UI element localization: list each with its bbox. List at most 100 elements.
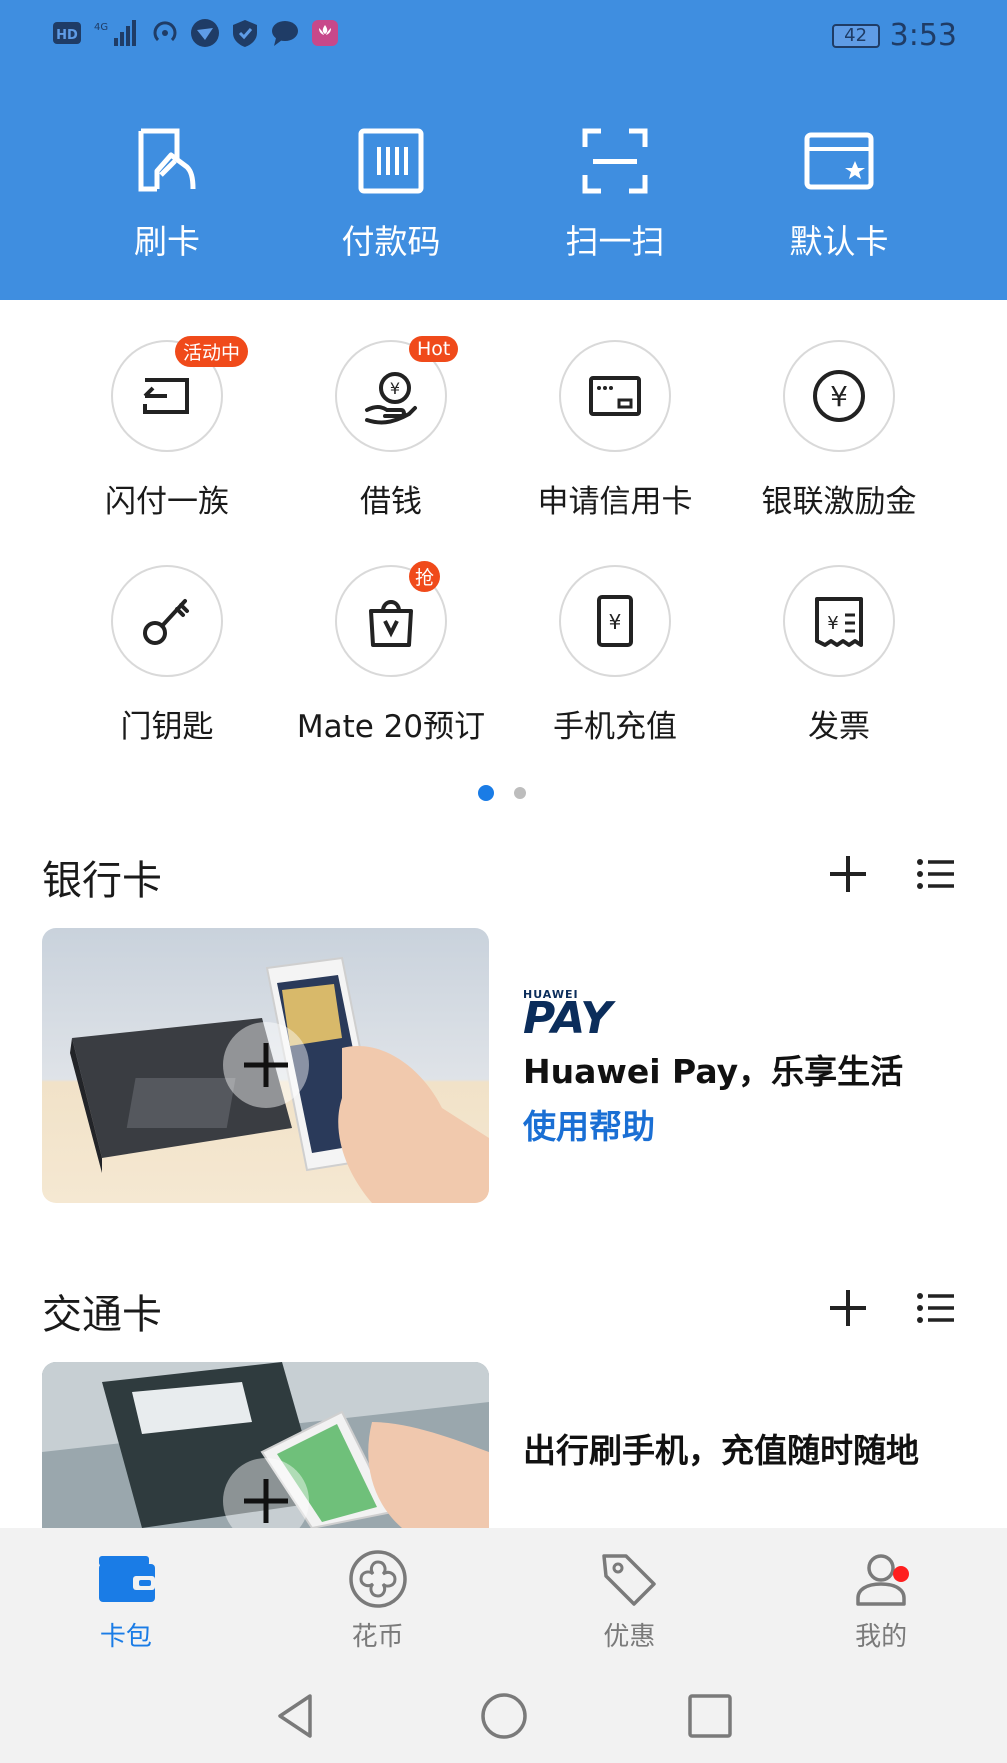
quickpass-icon bbox=[143, 378, 189, 414]
service-label: 门钥匙 bbox=[120, 709, 214, 745]
default-card-icon bbox=[804, 132, 874, 190]
tab-wallet[interactable]: 卡包 bbox=[0, 1548, 252, 1653]
header: HD 4G 42 3:53 刷卡 付款码 扫一扫 默认卡 bbox=[0, 0, 1007, 300]
service-label: Mate 20预订 bbox=[296, 709, 486, 745]
svg-text:¥: ¥ bbox=[827, 613, 838, 634]
page-indicator bbox=[478, 785, 526, 801]
service-row: 门钥匙 抢 Mate 20预订 ¥ 手机充值 ¥ 发票 bbox=[55, 561, 955, 790]
service-label: 银联激励金 bbox=[761, 484, 917, 520]
bank-card-title: 银行卡 bbox=[42, 858, 162, 904]
svg-text:¥: ¥ bbox=[830, 380, 848, 413]
quick-action-pay-code[interactable]: 付款码 bbox=[279, 125, 503, 263]
service-icon-circle: ¥ bbox=[783, 565, 895, 677]
key-icon bbox=[143, 599, 189, 645]
service-unionpay-reward[interactable]: ¥ 银联激励金 bbox=[727, 340, 951, 565]
bottom-tabs: 卡包 花币 优惠 我的 bbox=[0, 1548, 1007, 1653]
clock: 3:53 bbox=[889, 18, 957, 53]
add-card-plus bbox=[223, 1022, 309, 1108]
wallet-icon bbox=[98, 1556, 155, 1602]
invoice-icon: ¥ bbox=[815, 597, 863, 647]
yuan-coin-icon: ¥ bbox=[813, 370, 865, 422]
phone-recharge-icon: ¥ bbox=[597, 595, 633, 647]
quick-action-label: 付款码 bbox=[341, 222, 441, 261]
quick-action-label: 默认卡 bbox=[789, 222, 889, 261]
recents-icon[interactable] bbox=[682, 1688, 738, 1744]
svg-text:HD: HD bbox=[56, 28, 78, 43]
tab-flower-coin[interactable]: 花币 bbox=[252, 1548, 504, 1653]
back-icon[interactable] bbox=[270, 1688, 326, 1744]
tab-label: 卡包 bbox=[99, 1622, 152, 1652]
service-label: 手机充值 bbox=[553, 709, 677, 745]
tag-icon bbox=[602, 1554, 657, 1606]
service-apply-credit-card[interactable]: 申请信用卡 bbox=[503, 340, 727, 565]
service-grid: 活动中 闪付一族 ¥ Hot 借钱 申请信用卡 ¥ 银联激励金 门钥匙 抢 Ma… bbox=[55, 336, 955, 790]
service-icon-circle: ¥ bbox=[783, 340, 895, 452]
credit-card-icon bbox=[589, 376, 641, 416]
plus-icon bbox=[244, 1479, 288, 1523]
service-mate20-preorder[interactable]: 抢 Mate 20预订 bbox=[279, 561, 503, 790]
service-badge: Hot bbox=[409, 336, 459, 362]
battery-icon: 42 bbox=[831, 23, 880, 48]
system-navigation-bar bbox=[0, 1688, 1007, 1744]
service-row: 活动中 闪付一族 ¥ Hot 借钱 申请信用卡 ¥ 银联激励金 bbox=[55, 336, 955, 565]
quick-actions: 刷卡 付款码 扫一扫 默认卡 bbox=[0, 125, 1007, 263]
transit-card-slogan: 出行刷手机，充值随时随地 bbox=[523, 1431, 919, 1470]
add-bank-card-image[interactable] bbox=[42, 928, 489, 1203]
add-bank-card-button[interactable] bbox=[826, 852, 870, 896]
service-icon-circle bbox=[559, 340, 671, 452]
huawei-pay-logo-large: PAY bbox=[523, 993, 613, 1044]
loan-icon: ¥ bbox=[365, 372, 417, 425]
service-label: 发票 bbox=[808, 709, 870, 745]
bank-card-list-button[interactable] bbox=[914, 852, 958, 896]
svg-text:¥: ¥ bbox=[390, 379, 400, 398]
svg-text:¥: ¥ bbox=[609, 610, 622, 634]
status-bar: HD 4G 42 3:53 bbox=[0, 0, 1007, 80]
quick-action-default-card[interactable]: 默认卡 bbox=[727, 125, 951, 263]
tab-me[interactable]: 我的 bbox=[755, 1548, 1007, 1653]
tab-label: 我的 bbox=[855, 1622, 908, 1652]
card-tap-icon bbox=[138, 128, 196, 192]
service-door-key[interactable]: 门钥匙 bbox=[55, 565, 279, 790]
quick-action-scan[interactable]: 扫一扫 bbox=[503, 125, 727, 263]
message-icon bbox=[270, 18, 300, 48]
service-loan[interactable]: ¥ Hot 借钱 bbox=[279, 336, 503, 565]
service-label: 借钱 bbox=[360, 484, 422, 520]
service-icon-circle: ¥ bbox=[559, 565, 671, 677]
quick-action-label: 扫一扫 bbox=[565, 222, 665, 261]
service-badge: 抢 bbox=[409, 561, 441, 592]
tab-label: 优惠 bbox=[603, 1622, 656, 1652]
home-icon[interactable] bbox=[476, 1688, 532, 1744]
page-dot[interactable] bbox=[514, 787, 526, 799]
battery-level: 42 bbox=[844, 24, 868, 46]
bank-card-slogan: Huawei Pay，乐享生活 bbox=[523, 1052, 904, 1091]
hd-icon: HD bbox=[52, 18, 82, 48]
status-right: 42 3:53 bbox=[831, 18, 957, 53]
service-phone-recharge[interactable]: ¥ 手机充值 bbox=[503, 565, 727, 790]
plus-icon bbox=[244, 1043, 288, 1087]
help-link[interactable]: 使用帮助 bbox=[523, 1100, 655, 1148]
quick-action-tap-card[interactable]: 刷卡 bbox=[55, 125, 279, 263]
svg-text:4G: 4G bbox=[94, 22, 108, 33]
page-dot-active[interactable] bbox=[478, 785, 494, 801]
service-icon-circle bbox=[111, 565, 223, 677]
scan-icon bbox=[582, 128, 648, 194]
shield-icon bbox=[230, 18, 260, 48]
tab-discount[interactable]: 优惠 bbox=[504, 1548, 756, 1653]
add-transit-card-image[interactable] bbox=[42, 1362, 489, 1528]
quick-action-label: 刷卡 bbox=[134, 222, 200, 261]
signal-4g-icon: 4G bbox=[92, 18, 140, 48]
flower-coin-icon bbox=[348, 1550, 407, 1608]
service-invoice[interactable]: ¥ 发票 bbox=[727, 565, 951, 790]
service-label: 闪付一族 bbox=[105, 484, 229, 520]
status-icons: HD 4G bbox=[52, 18, 340, 48]
shopping-bag-icon bbox=[369, 600, 413, 647]
transit-card-list-button[interactable] bbox=[914, 1286, 958, 1330]
service-label: 申请信用卡 bbox=[537, 484, 693, 520]
bottom-navigation: 卡包 花币 优惠 我的 bbox=[0, 1528, 1007, 1763]
bird-icon bbox=[190, 18, 220, 48]
transit-card-title: 交通卡 bbox=[42, 1292, 162, 1338]
add-transit-card-button[interactable] bbox=[826, 1286, 870, 1330]
service-quickpass[interactable]: 活动中 闪付一族 bbox=[55, 336, 279, 565]
hotspot-icon bbox=[150, 18, 180, 48]
service-badge: 活动中 bbox=[175, 336, 249, 367]
